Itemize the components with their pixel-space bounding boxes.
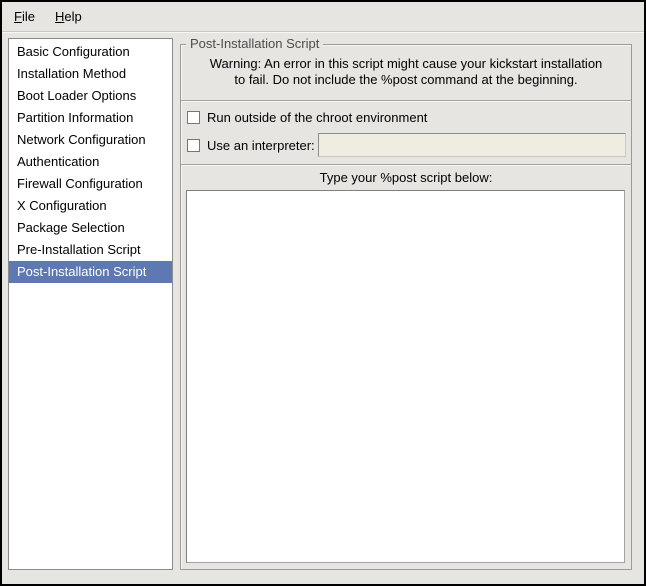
menu-help[interactable]: Help (45, 3, 92, 31)
warning-line-2: to fail. Do not include the %post comman… (181, 72, 631, 88)
sidebar-nav: Basic Configuration Installation Method … (8, 38, 173, 570)
warning-text: Warning: An error in this script might c… (181, 56, 631, 88)
sidebar-item-x-configuration[interactable]: X Configuration (9, 195, 172, 217)
sidebar-item-partition-information[interactable]: Partition Information (9, 107, 172, 129)
frame-title: Post-Installation Script (186, 36, 323, 52)
sidebar-item-authentication[interactable]: Authentication (9, 151, 172, 173)
kickstart-configurator-window: File Help Basic Configuration Installati… (0, 0, 646, 586)
sidebar-item-basic-configuration[interactable]: Basic Configuration (9, 41, 172, 63)
post-installation-frame: Post-Installation Script Warning: An err… (180, 44, 632, 570)
menu-bar: File Help (2, 2, 644, 32)
sidebar-item-package-selection[interactable]: Package Selection (9, 217, 172, 239)
sidebar-item-post-installation-script[interactable]: Post-Installation Script (9, 261, 172, 283)
sidebar-item-boot-loader-options[interactable]: Boot Loader Options (9, 85, 172, 107)
chroot-checkbox[interactable] (187, 111, 200, 124)
post-script-textarea[interactable] (186, 190, 625, 563)
separator (181, 100, 631, 102)
warning-line-1: Warning: An error in this script might c… (181, 56, 631, 72)
script-label: Type your %post script below: (181, 170, 631, 186)
separator (181, 164, 631, 166)
sidebar-item-network-configuration[interactable]: Network Configuration (9, 129, 172, 151)
sidebar-item-pre-installation-script[interactable]: Pre-Installation Script (9, 239, 172, 261)
chroot-checkbox-label: Run outside of the chroot environment (207, 110, 427, 125)
interpreter-checkbox-row[interactable]: Use an interpreter: (187, 132, 626, 158)
menu-file[interactable]: File (4, 3, 45, 31)
interpreter-input[interactable] (318, 133, 626, 157)
sidebar-item-firewall-configuration[interactable]: Firewall Configuration (9, 173, 172, 195)
interpreter-checkbox-label: Use an interpreter: (207, 138, 315, 153)
chroot-checkbox-row[interactable]: Run outside of the chroot environment (187, 107, 626, 127)
interpreter-checkbox[interactable] (187, 139, 200, 152)
sidebar-item-installation-method[interactable]: Installation Method (9, 63, 172, 85)
